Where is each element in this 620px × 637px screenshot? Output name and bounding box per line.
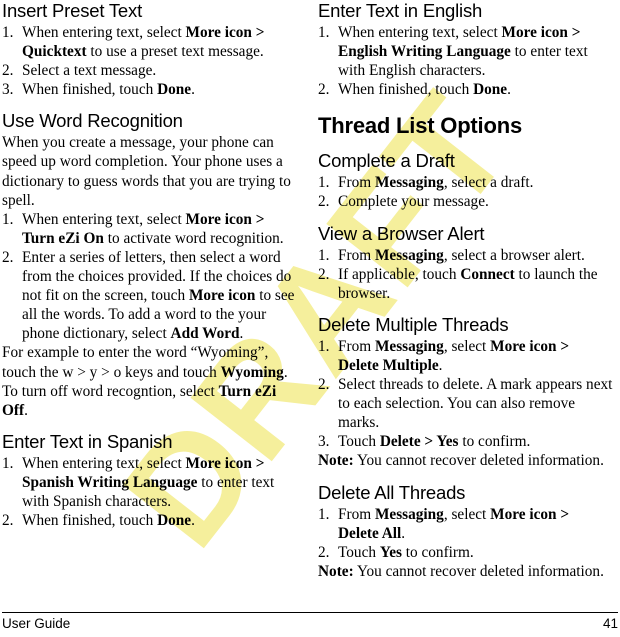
step-text: When finished, touch Done. [338, 81, 511, 99]
step-list: 1. From Messaging, select More icon > Del… [318, 337, 613, 452]
step-number: 2. [318, 543, 330, 561]
step-number: 1. [318, 505, 330, 523]
step-list: 1. When entering text, select More icon >… [2, 454, 297, 530]
step-text: Select a text message. [22, 62, 157, 80]
footer-guide-label: User Guide [2, 616, 71, 631]
step-text: Complete your message. [338, 193, 489, 211]
step-number: 1. [318, 246, 330, 264]
step-number: 1. [2, 210, 14, 228]
heading-complete-a-draft: Complete a Draft [318, 150, 455, 172]
step-text: If applicable, touch Connect to launch t… [338, 265, 598, 302]
step-item: 3. Touch Delete > Yes to confirm. [318, 432, 613, 451]
step-item: 1. From Messaging, select a draft. [318, 173, 613, 192]
section-enter-text-in-english: Enter Text in English 1. When entering tex… [318, 0, 613, 99]
section-insert-preset-text: Insert Preset Text 1. When entering text, … [2, 0, 297, 99]
heading-use-word-recognition: Use Word Recognition [2, 110, 183, 132]
section-intro-paragraph: When you create a message, your phone ca… [2, 134, 291, 209]
step-list: 1. When entering text, select More icon >… [2, 210, 297, 344]
step-item: 1. From Messaging, select More icon > Del… [318, 337, 613, 375]
section-view-a-browser-alert: View a Browser Alert 1. From Messaging, se… [318, 223, 613, 303]
step-text: From Messaging, select a draft. [338, 174, 534, 192]
step-item: 2. When finished, touch Done. [2, 511, 297, 530]
section-thread-list-options: Thread List Options [318, 113, 613, 139]
document-page: Insert Preset Text 1. When entering text, … [0, 0, 620, 637]
step-text: From Messaging, select a browser alert. [338, 246, 585, 264]
step-text: From Messaging, select More icon > Delet… [338, 505, 570, 542]
heading-thread-list-options: Thread List Options [318, 113, 522, 139]
step-item: 1. When entering text, select More icon >… [2, 210, 297, 248]
step-text: When finished, touch Done. [22, 81, 195, 99]
step-text: From Messaging, select More icon > Delet… [338, 337, 570, 374]
step-number: 1. [318, 174, 330, 192]
section-outro1-paragraph: For example to enter the word “Wyoming”,… [2, 344, 288, 381]
step-number: 2. [2, 248, 14, 266]
step-number: 1. [2, 24, 14, 41]
step-list: 1. From Messaging, select a draft. 2. Compl… [318, 173, 613, 211]
section-use-word-recognition: Use Word Recognition When you create a me… [2, 110, 297, 419]
step-text: Touch Delete > Yes to confirm. [338, 433, 531, 451]
step-number: 2. [318, 81, 330, 99]
step-text: When entering text, select More icon > S… [22, 454, 275, 510]
step-list: 1. From Messaging, select More icon > Del… [318, 505, 613, 562]
heading-insert-preset-text: Insert Preset Text [2, 0, 143, 21]
left-column: Insert Preset Text 1. When entering text, … [2, 0, 297, 530]
step-item: 1. When entering text, select More icon >… [2, 23, 297, 61]
step-item: 1. From Messaging, select More icon > Del… [318, 505, 613, 543]
step-number: 1. [2, 454, 14, 472]
step-number: 1. [318, 337, 330, 355]
step-item: 2. Enter a series of letters, then select… [2, 248, 297, 343]
step-text: When entering text, select More icon > T… [22, 210, 284, 247]
section-complete-a-draft: Complete a Draft 1. From Messaging, select… [318, 150, 613, 211]
step-item: 1. From Messaging, select a browser alert… [318, 246, 613, 265]
step-item: 2. Touch Yes to confirm. [318, 543, 613, 562]
step-item: 2. Complete your message. [318, 192, 613, 211]
step-text: Enter a series of letters, then select a… [22, 248, 295, 343]
step-item: 2. Select threads to delete. A mark appea… [318, 375, 613, 432]
step-text: Select threads to delete. A mark appears… [338, 376, 613, 432]
step-number: 3. [318, 433, 330, 451]
heading-view-a-browser-alert: View a Browser Alert [318, 222, 485, 244]
step-item: 1. When entering text, select More icon >… [2, 454, 297, 511]
step-text: Touch Yes to confirm. [338, 543, 474, 561]
section-enter-text-in-spanish: Enter Text in Spanish 1. When entering tex… [2, 431, 297, 530]
step-item: 1. When entering text, select More icon >… [318, 23, 613, 80]
heading-delete-multiple-threads: Delete Multiple Threads [318, 313, 509, 335]
step-list: 1. When entering text, select More icon >… [318, 23, 613, 99]
footer-page-number: 41 [602, 616, 618, 631]
step-number: 3. [2, 81, 14, 99]
step-text: When entering text, select More icon > E… [338, 24, 588, 80]
step-list: 1. From Messaging, select a browser alert… [318, 246, 613, 303]
section-outro2-paragraph: To turn off word recogntion, select Turn… [2, 382, 277, 419]
right-column: Enter Text in English 1. When entering tex… [318, 0, 613, 581]
section-delete-multiple-threads: Delete Multiple Threads 1. From Messaging,… [318, 314, 613, 471]
step-list: 1. When entering text, select More icon >… [2, 23, 297, 99]
step-number: 2. [318, 376, 330, 394]
heading-enter-text-in-english: Enter Text in English [318, 0, 483, 21]
section-note: Note: You cannot recover deleted informa… [318, 562, 604, 580]
heading-delete-all-threads: Delete All Threads [318, 481, 466, 503]
step-item: 3. When finished, touch Done. [2, 80, 297, 99]
section-delete-all-threads: Delete All Threads 1. From Messaging, sele… [318, 482, 613, 581]
step-number: 2. [318, 265, 330, 283]
step-number: 1. [318, 24, 330, 41]
step-number: 2. [318, 193, 330, 211]
step-item: 2. Select a text message. [2, 61, 297, 80]
section-note: Note: You cannot recover deleted informa… [318, 452, 604, 470]
step-text: When finished, touch Done. [22, 512, 195, 530]
step-text: When entering text, select More icon > Q… [22, 24, 265, 61]
step-number: 2. [2, 512, 14, 530]
step-item: 2. If applicable, touch Connect to launch… [318, 265, 613, 303]
step-item: 2. When finished, touch Done. [318, 80, 613, 99]
page-footer: User Guide 41 [2, 612, 618, 633]
heading-enter-text-in-spanish: Enter Text in Spanish [2, 430, 173, 452]
step-number: 2. [2, 62, 14, 80]
